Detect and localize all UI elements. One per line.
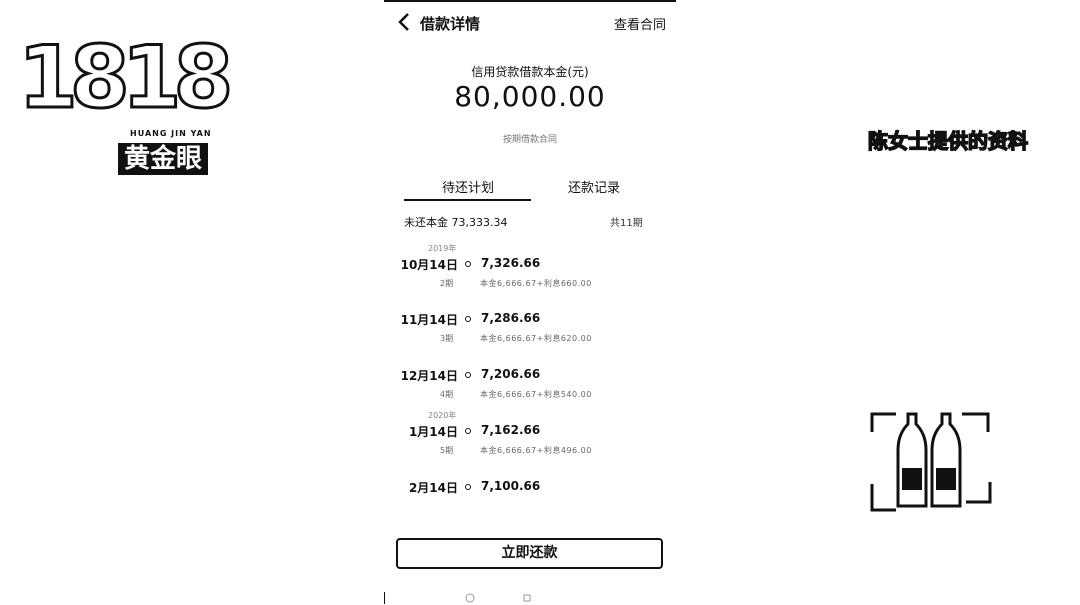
schedule-period: 4期 [440, 390, 454, 399]
active-tab-indicator [404, 199, 531, 201]
logo-name: 黄金眼 [118, 143, 209, 175]
schedule-period: 2期 [440, 279, 454, 288]
back-icon[interactable] [396, 12, 414, 32]
schedule-period: 3期 [440, 334, 454, 343]
repay-now-button[interactable]: 立即还款 [396, 538, 663, 569]
top-divider [384, 0, 676, 2]
year-marker: 2019年 [428, 244, 457, 253]
system-nav-bar [384, 592, 531, 604]
year-marker: 2020年 [428, 411, 457, 420]
timeline-dot [465, 261, 471, 267]
schedule-amount: 7,206.66 [481, 367, 541, 381]
schedule-amount: 7,100.66 [481, 479, 541, 493]
timeline-dot [465, 316, 471, 322]
phone-screen: 借款详情 查看合同 信用贷款借款本金(元) 80,000.00 按期借款合同 待… [384, 0, 676, 605]
schedule-amount: 7,326.66 [481, 256, 541, 270]
timeline-dot [465, 428, 471, 434]
loan-sublabel: 按期借款合同 [502, 135, 557, 145]
schedule-date: 1月14日 [408, 425, 458, 439]
source-caption: 陈女士提供的资料 [867, 128, 1029, 154]
schedule-amount: 7,286.66 [481, 311, 541, 325]
tab-repayment-record[interactable]: 还款记录 [568, 177, 620, 196]
schedule-period: 5期 [440, 446, 454, 455]
bottle-icon [870, 412, 992, 512]
schedule-date: 11月14日 [400, 313, 458, 327]
principal-label: 信用贷款借款本金(元) [471, 65, 589, 79]
view-contract-link[interactable]: 查看合同 [614, 14, 666, 33]
timeline-dot [465, 484, 471, 490]
schedule-detail: 本金6,666.67+利息496.00 [480, 446, 592, 455]
schedule-detail: 本金6,666.67+利息620.00 [480, 334, 592, 343]
schedule-date: 12月14日 [400, 369, 458, 383]
schedule-date: 10月14日 [400, 258, 458, 272]
nav-bar: 借款详情 查看合同 [384, 8, 676, 36]
program-logo: 1818 HUANG JIN YAN 黄金眼 [16, 34, 235, 175]
tab-repayment-plan[interactable]: 待还计划 [442, 177, 494, 196]
schedule-date: 2月14日 [408, 481, 458, 495]
logo-digits: 1818 [16, 28, 234, 128]
principal-amount: 80,000.00 [454, 80, 606, 113]
remaining-principal: 未还本金 73,333.34 [404, 216, 508, 229]
schedule-detail: 本金6,666.67+利息660.00 [480, 279, 592, 288]
period-count[interactable]: 共11期 [610, 214, 643, 229]
timeline-dot [465, 372, 471, 378]
logo-pinyin: HUANG JIN YAN [130, 129, 212, 138]
schedule-detail: 本金6,666.67+利息540.00 [480, 390, 592, 399]
page-title: 借款详情 [420, 15, 481, 33]
schedule-amount: 7,162.66 [481, 423, 541, 437]
